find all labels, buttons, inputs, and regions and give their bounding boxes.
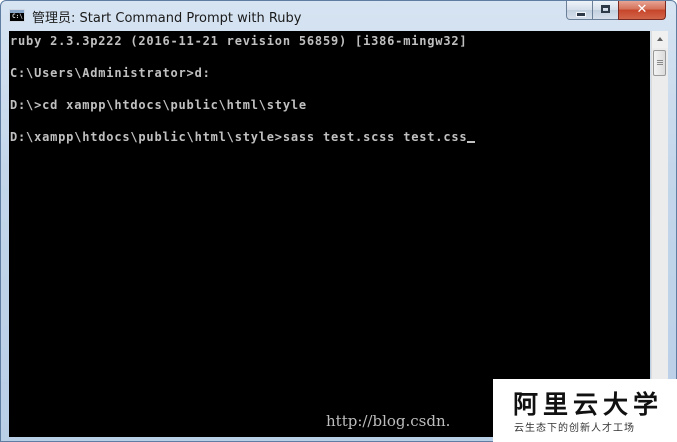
console-line: ruby 2.3.3p222 (2016-11-21 revision 5685… — [10, 34, 468, 48]
console-output-area[interactable]: ruby 2.3.3p222 (2016-11-21 revision 5685… — [9, 31, 650, 437]
console-input-text: D:\xampp\htdocs\public\html\style>sass t… — [10, 130, 468, 144]
title-bar[interactable]: C:\. 管理员: Start Command Prompt with Ruby… — [1, 1, 676, 31]
maximize-icon — [601, 5, 610, 13]
close-icon: ✕ — [636, 2, 648, 17]
maximize-button[interactable] — [592, 1, 619, 20]
vertical-scrollbar[interactable] — [651, 31, 668, 437]
window-title: 管理员: Start Command Prompt with Ruby — [32, 11, 302, 26]
watermark-logo: 阿里云大学 云生态下的创新人才工场 — [493, 379, 677, 442]
scrollbar-thumb[interactable] — [653, 50, 666, 76]
close-button[interactable]: ✕ — [618, 1, 666, 20]
minimize-icon — [576, 12, 586, 17]
minimize-button[interactable] — [566, 1, 593, 20]
logo-title: 阿里云大学 — [513, 390, 664, 419]
grip-icon — [657, 64, 663, 65]
console-line-current: D:\xampp\htdocs\public\html\style>sass t… — [10, 129, 476, 145]
console-line: D:\>cd xampp\htdocs\public\html\style — [10, 98, 307, 112]
scroll-up-button[interactable] — [652, 31, 668, 48]
text-cursor — [467, 141, 476, 143]
grip-icon — [657, 62, 663, 63]
console-line: C:\Users\Administrator>d: — [10, 66, 211, 80]
grip-icon — [657, 60, 663, 61]
arrow-up-icon — [657, 37, 663, 41]
console-app-icon[interactable]: C:\. — [9, 9, 26, 22]
command-prompt-window: C:\. 管理员: Start Command Prompt with Ruby… — [0, 0, 677, 442]
logo-subtitle: 云生态下的创新人才工场 — [514, 423, 635, 434]
watermark-url: http://blog.csdn. — [326, 412, 451, 430]
